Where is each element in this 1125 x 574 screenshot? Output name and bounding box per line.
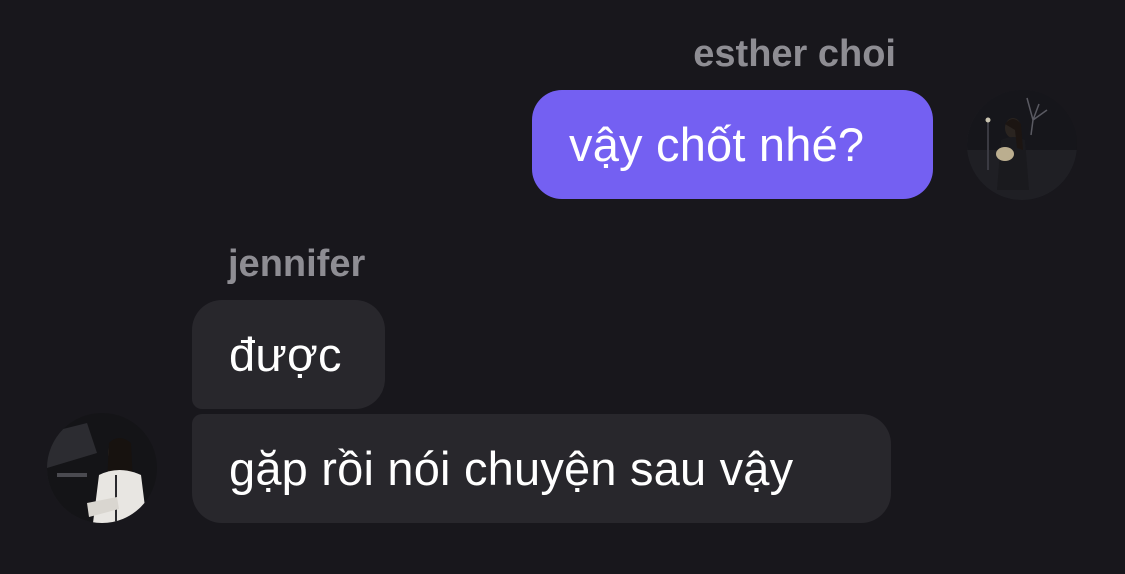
avatar[interactable] [47, 413, 157, 523]
avatar[interactable] [967, 90, 1077, 200]
message-bubble-incoming[interactable]: được [192, 300, 385, 409]
message-text: được [229, 328, 342, 381]
sender-name-jennifer: jennifer [228, 243, 366, 285]
avatar-photo-icon [47, 413, 157, 523]
message-bubble-incoming[interactable]: gặp rồi nói chuyện sau vậy [192, 414, 891, 523]
avatar-photo-icon [967, 90, 1077, 200]
message-text: gặp rồi nói chuyện sau vậy [229, 442, 794, 495]
message-text: vậy chốt nhé? [569, 118, 865, 171]
sender-name-esther: esther choi [693, 33, 896, 75]
message-bubble-outgoing[interactable]: vậy chốt nhé? [532, 90, 933, 199]
